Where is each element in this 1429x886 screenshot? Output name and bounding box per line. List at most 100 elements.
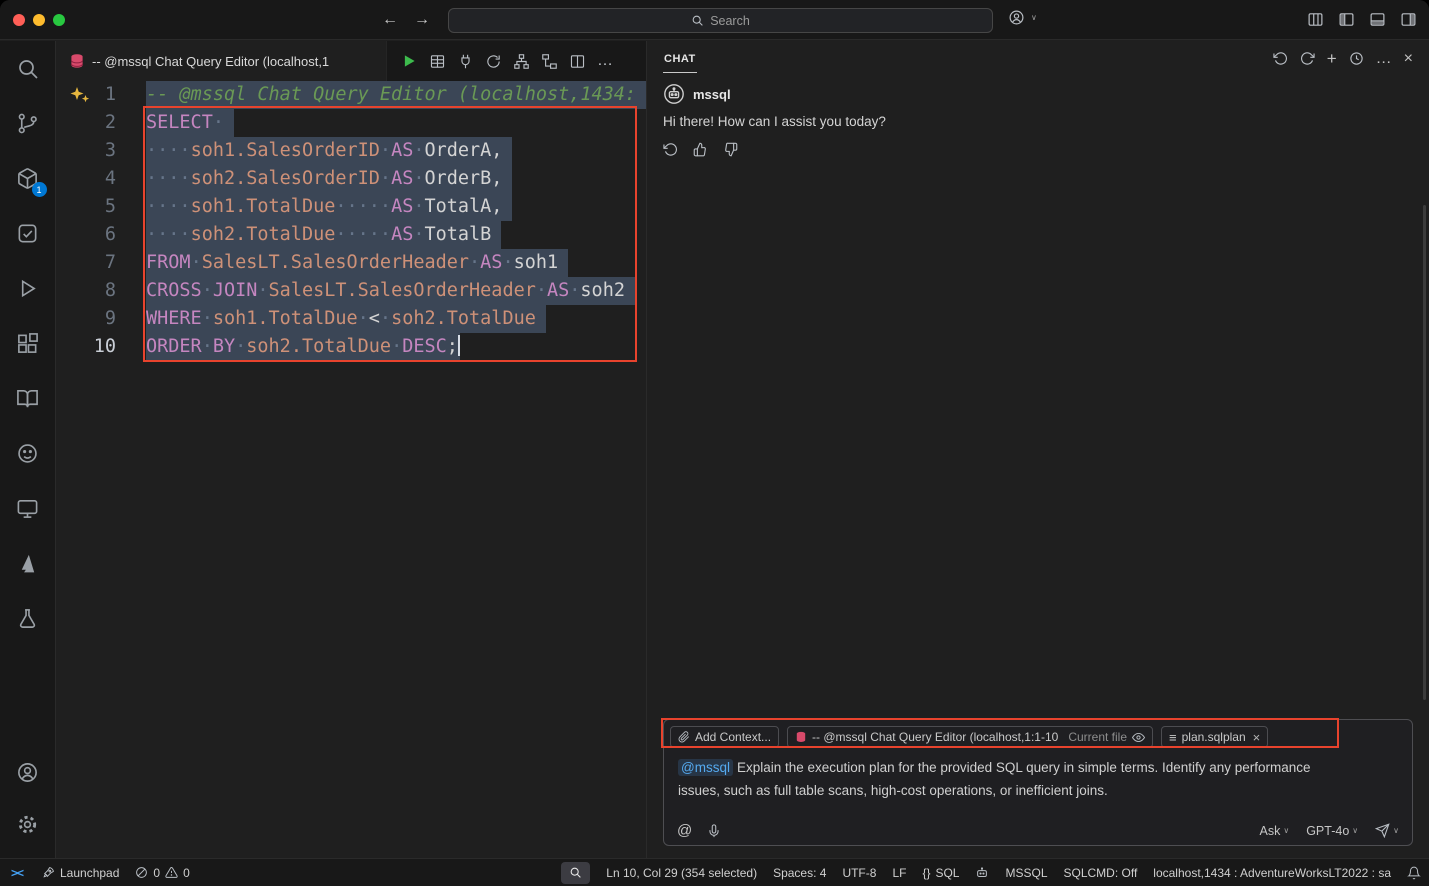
language-mode-button[interactable]: {} SQL	[914, 859, 967, 886]
code-line[interactable]: 5····soh1.TotalDue·····AS·TotalA,	[57, 193, 646, 221]
plan-file-chip[interactable]: ≡ plan.sqlplan ×	[1161, 726, 1268, 748]
mssql-mention[interactable]: @mssql	[678, 759, 733, 776]
chat-prompt-text[interactable]: @mssqlExplain the execution plan for the…	[664, 748, 1336, 802]
change-connection-icon[interactable]	[485, 53, 502, 70]
line-number: 5	[57, 193, 116, 221]
account-menu[interactable]: ∨	[1008, 9, 1037, 26]
more-actions-icon[interactable]: …	[597, 53, 613, 69]
mssql-label: MSSQL	[1005, 866, 1047, 880]
sidebar-item-remote-explorer[interactable]	[4, 481, 52, 536]
sidebar-item-azure[interactable]	[4, 536, 52, 591]
results-grid-icon[interactable]	[429, 53, 446, 70]
bell-icon	[1407, 866, 1421, 880]
sidebar-item-docs[interactable]	[4, 371, 52, 426]
database-icon	[795, 731, 807, 743]
close-window-button[interactable]	[13, 14, 25, 26]
estimated-plan-icon[interactable]	[513, 53, 530, 70]
toggle-secondary-sidebar-icon[interactable]	[1400, 11, 1417, 28]
check-square-icon	[16, 222, 39, 245]
chat-undo-icon[interactable]	[1273, 51, 1288, 66]
code-line[interactable]: 1-- @mssql Chat Query Editor (localhost,…	[57, 81, 646, 109]
chat-close-icon[interactable]: ×	[1404, 51, 1413, 67]
tab-chat[interactable]: CHAT	[663, 44, 697, 73]
code-line[interactable]: 6····soh2.TotalDue·····AS·TotalB	[57, 221, 646, 249]
chat-more-icon[interactable]: …	[1376, 51, 1392, 67]
back-icon[interactable]: ←	[382, 12, 398, 28]
mssql-status-button[interactable]: MSSQL	[997, 859, 1055, 886]
sidebar-item-lab[interactable]	[4, 591, 52, 646]
sidebar-item-github[interactable]	[4, 426, 52, 481]
toggle-panel-icon[interactable]	[1369, 11, 1386, 28]
disconnect-icon[interactable]	[457, 53, 474, 70]
sidebar-item-source-control[interactable]	[4, 96, 52, 151]
activity-bar: 1	[0, 41, 56, 858]
line-number: 2	[57, 109, 116, 137]
current-file-chip[interactable]: -- @mssql Chat Query Editor (localhost,1…	[787, 726, 1153, 748]
history-nav: ← →	[382, 0, 430, 40]
notifications-button[interactable]	[1399, 859, 1429, 886]
sidebar-item-containers[interactable]: 1	[4, 151, 52, 206]
cursor-position-button[interactable]: Ln 10, Col 29 (354 selected)	[598, 859, 765, 886]
sidebar-item-run-debug[interactable]	[4, 261, 52, 316]
code-line[interactable]: 10ORDER·BY·soh2.TotalDue·DESC;	[57, 333, 646, 361]
send-button[interactable]: ∨	[1375, 823, 1399, 838]
file-list-icon: ≡	[1169, 731, 1177, 744]
zoom-window-button[interactable]	[53, 14, 65, 26]
eye-icon[interactable]	[1132, 731, 1145, 744]
problems-button[interactable]: 0 0	[127, 859, 197, 886]
add-context-chip[interactable]: Add Context...	[670, 726, 779, 748]
code-line[interactable]: 3····soh1.SalesOrderID·AS·OrderA,	[57, 137, 646, 165]
sidebar-item-tasks[interactable]	[4, 206, 52, 261]
paperclip-icon	[678, 731, 690, 743]
model-dropdown[interactable]: GPT-4o ∨	[1306, 824, 1358, 838]
code-line[interactable]: 4····soh2.SalesOrderID·AS·OrderB,	[57, 165, 646, 193]
title-bar: ← → Search ∨	[0, 0, 1429, 40]
split-editor-icon[interactable]	[569, 53, 586, 70]
code-line[interactable]: 7FROM·SalesLT.SalesOrderHeader·AS·soh1	[57, 249, 646, 277]
sqlcmd-status-button[interactable]: SQLCMD: Off	[1056, 859, 1146, 886]
remove-chip-icon[interactable]: ×	[1253, 730, 1261, 745]
regenerate-icon[interactable]	[663, 142, 678, 157]
run-query-button[interactable]	[400, 52, 418, 70]
remote-explorer-icon	[16, 497, 39, 520]
mention-picker-icon[interactable]: @	[677, 823, 692, 838]
thumbs-down-icon[interactable]	[723, 142, 738, 157]
code-line[interactable]: 8CROSS·JOIN·SalesLT.SalesOrderHeader·AS·…	[57, 277, 646, 305]
connection-status-button[interactable]: localhost,1434 : AdventureWorksLT2022 : …	[1145, 859, 1399, 886]
zoom-status-button[interactable]	[561, 862, 590, 884]
search-placeholder: Search	[710, 14, 750, 28]
sidebar-item-extensions[interactable]	[4, 316, 52, 371]
search-icon	[691, 14, 704, 27]
chat-input-box[interactable]: Add Context... -- @mssql Chat Query Edit…	[663, 719, 1413, 846]
minimize-window-button[interactable]	[33, 14, 45, 26]
command-center-search[interactable]: Search	[448, 8, 993, 33]
code-line[interactable]: 9WHERE·soh1.TotalDue·<·soh2.TotalDue	[57, 305, 646, 333]
sidebar-item-search[interactable]	[4, 41, 52, 96]
eol-button[interactable]: LF	[884, 859, 914, 886]
schema-designer-icon[interactable]	[541, 53, 558, 70]
tab-mssql-query-editor[interactable]: -- @mssql Chat Query Editor (localhost,1	[57, 41, 387, 81]
azure-icon	[16, 552, 39, 575]
encoding-button[interactable]: UTF-8	[834, 859, 884, 886]
mode-dropdown[interactable]: Ask ∨	[1260, 824, 1290, 838]
new-chat-icon[interactable]: +	[1327, 50, 1337, 67]
mode-label: Ask	[1260, 824, 1281, 838]
chat-redo-icon[interactable]	[1300, 51, 1315, 66]
mic-icon[interactable]	[707, 824, 721, 838]
toggle-primary-sidebar-icon[interactable]	[1338, 11, 1355, 28]
copilot-status-button[interactable]	[967, 859, 997, 886]
settings-button[interactable]	[4, 798, 52, 850]
thumbs-up-icon[interactable]	[693, 142, 708, 157]
indentation-button[interactable]: Spaces: 4	[765, 859, 834, 886]
code-line[interactable]: 2SELECT·	[57, 109, 646, 137]
forward-icon[interactable]: →	[414, 12, 430, 28]
tab-bar: -- @mssql Chat Query Editor (localhost,1	[57, 41, 646, 81]
person-icon	[1008, 9, 1025, 26]
selection-highlight: FROM·SalesLT.SalesOrderHeader·AS·soh1	[146, 249, 568, 277]
launchpad-button[interactable]: Launchpad	[34, 859, 127, 886]
customize-layout-icon[interactable]	[1307, 11, 1324, 28]
chat-history-icon[interactable]	[1349, 51, 1364, 66]
chat-scrollbar[interactable]	[1423, 205, 1426, 700]
account-button[interactable]	[4, 746, 52, 798]
remote-indicator[interactable]: ><	[0, 859, 34, 886]
